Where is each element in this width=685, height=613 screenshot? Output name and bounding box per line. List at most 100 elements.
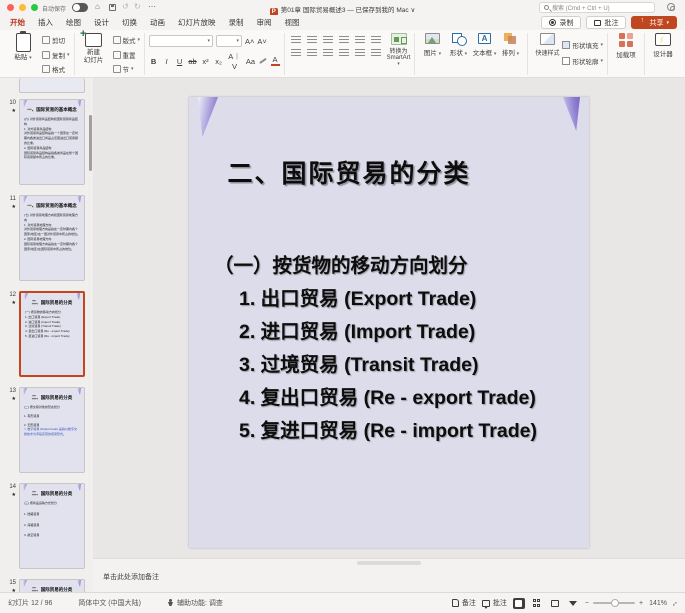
- justify-icon[interactable]: [339, 49, 349, 57]
- decrease-indent-icon[interactable]: [323, 36, 333, 44]
- font-color-button[interactable]: A: [271, 56, 280, 66]
- slide-title[interactable]: 二、国际贸易的分类: [149, 154, 549, 190]
- quick-styles-button[interactable]: 快速样式: [532, 33, 562, 57]
- slide-thumbnail-partial[interactable]: [19, 78, 85, 93]
- shapes-button[interactable]: 形状 ▾: [445, 33, 471, 57]
- subscript-button[interactable]: x₂: [214, 57, 223, 66]
- slide-thumbnail-11[interactable]: 11 ★ 一、国际贸易的基本概念 (七) 对外贸易地理方向和国际贸易地理方向 1…: [0, 195, 93, 281]
- font-name-select[interactable]: ▾: [149, 35, 213, 47]
- shape-fill-button[interactable]: 形状填充 ▾: [562, 39, 603, 51]
- change-case-button[interactable]: Aa: [246, 57, 255, 66]
- convert-smartart-button[interactable]: 转换为SmartArt ▾: [387, 33, 411, 67]
- record-button[interactable]: 录制: [541, 16, 581, 29]
- increase-indent-icon[interactable]: [339, 36, 349, 44]
- addins-group: 加载项: [608, 33, 645, 75]
- tab-home[interactable]: 开始: [9, 15, 26, 30]
- textbox-button[interactable]: A 文本框 ▾: [471, 33, 497, 57]
- zoom-slider-knob[interactable]: [611, 599, 619, 607]
- slide-thumbnail-15[interactable]: 15 ★ 二、国际贸易的分类: [0, 579, 93, 592]
- new-slide-button[interactable]: 新建幻灯片: [79, 33, 109, 65]
- format-painter-button[interactable]: 格式: [42, 63, 70, 75]
- notes-resize-handle[interactable]: [357, 561, 421, 565]
- slide-thumbnail-14[interactable]: 14 ★ 二、国际贸易的分类 (三) 按商品运输方式划分 1. 陆路贸易 2. …: [0, 483, 93, 569]
- triangle-decoration-icon: [77, 196, 81, 203]
- italic-button[interactable]: I: [162, 57, 171, 66]
- tab-animations[interactable]: 动画: [149, 15, 166, 30]
- reading-view-button[interactable]: [549, 598, 561, 609]
- search-input[interactable]: 搜索 (Cmd + Ctrl + U): [539, 2, 655, 13]
- comments-toggle-button[interactable]: 批注: [482, 598, 507, 608]
- share-button[interactable]: 共享 ▾: [631, 16, 677, 29]
- superscript-button[interactable]: x²: [201, 57, 210, 66]
- character-spacing-button[interactable]: A︱V: [227, 51, 242, 71]
- tab-transitions[interactable]: 切换: [121, 15, 138, 30]
- shrink-font-button[interactable]: A˅: [257, 37, 266, 46]
- normal-view-button[interactable]: [513, 598, 525, 609]
- zoom-slider[interactable]: [593, 602, 635, 604]
- align-right-icon[interactable]: [323, 49, 333, 57]
- slide-thumbnail-12-selected[interactable]: 12 ★ 二、国际贸易的分类 (一) 按货物的移动方向划分 1. 出口贸易 (E…: [0, 291, 93, 377]
- thumbnail-canvas[interactable]: 一、国际贸易的基本概念 (六) 对外贸易商品结构和国际贸易商品结构 1. 对外贸…: [19, 99, 85, 185]
- notes-toggle-button[interactable]: 备注: [452, 598, 476, 608]
- tab-review[interactable]: 审阅: [256, 15, 273, 30]
- shape-outline-button[interactable]: 形状轮廓 ▾: [562, 55, 603, 67]
- notes-pane[interactable]: 单击此处添加备注: [93, 558, 685, 592]
- strikethrough-button[interactable]: ab: [188, 57, 197, 66]
- align-left-icon[interactable]: [291, 49, 301, 57]
- animation-star-icon[interactable]: ★: [12, 300, 16, 306]
- tab-design[interactable]: 设计: [93, 15, 110, 30]
- fit-slide-icon[interactable]: ↕: [670, 598, 679, 607]
- tab-record[interactable]: 录制: [228, 15, 245, 30]
- new-slide-icon: [85, 33, 102, 47]
- animation-star-icon[interactable]: ★: [12, 492, 16, 498]
- arrange-button[interactable]: 排列 ▾: [497, 33, 523, 57]
- picture-button[interactable]: 图片 ▾: [419, 33, 445, 57]
- font-size-select[interactable]: ▾: [216, 35, 242, 47]
- slide-sorter-view-button[interactable]: [531, 598, 543, 609]
- animation-star-icon[interactable]: ★: [12, 396, 16, 402]
- slide-body[interactable]: （一）按货物的移动方向划分 1. 出口贸易 (Export Trade) 2. …: [189, 250, 589, 448]
- share-link-icon[interactable]: [667, 3, 675, 11]
- language-selector[interactable]: 简体中文 (中国大陆): [78, 598, 141, 608]
- animation-star-icon[interactable]: ★: [12, 108, 16, 114]
- align-text-icon[interactable]: [371, 49, 381, 57]
- columns-icon[interactable]: [371, 36, 381, 44]
- tab-view[interactable]: 视图: [284, 15, 301, 30]
- slide-canvas[interactable]: 二、国际贸易的分类 （一）按货物的移动方向划分 1. 出口贸易 (Export …: [189, 97, 589, 548]
- zoom-out-button[interactable]: −: [585, 600, 589, 607]
- underline-button[interactable]: U: [175, 57, 184, 66]
- zoom-in-button[interactable]: +: [639, 600, 643, 607]
- designer-button[interactable]: 设计器: [649, 33, 677, 58]
- paste-button[interactable]: 粘贴 ▾: [8, 33, 38, 62]
- bold-button[interactable]: B: [149, 57, 158, 66]
- line-spacing-icon[interactable]: [355, 36, 365, 44]
- grow-font-button[interactable]: A˄: [245, 37, 254, 46]
- layout-button[interactable]: 版式 ▾: [113, 34, 141, 46]
- tab-slideshow[interactable]: 幻灯片放映: [177, 15, 217, 30]
- cut-button[interactable]: 剪切: [42, 34, 70, 46]
- bullets-icon[interactable]: [291, 36, 301, 44]
- slide-thumbnail-10[interactable]: 10 ★ 一、国际贸易的基本概念 (六) 对外贸易商品结构和国际贸易商品结构 1…: [0, 99, 93, 185]
- animation-star-icon[interactable]: ★: [12, 204, 16, 210]
- slide-thumbnail-13[interactable]: 13 ★ 二、国际贸易的分类 (二) 按交易对象的形态划分 1. 有形贸易 2.…: [0, 387, 93, 473]
- zoom-percentage[interactable]: 141%: [649, 600, 667, 607]
- section-button[interactable]: 节 ▾: [113, 63, 141, 75]
- slideshow-button[interactable]: [567, 598, 579, 609]
- thumbnail-canvas[interactable]: 二、国际贸易的分类 (一) 按货物的移动方向划分 1. 出口贸易 (Export…: [19, 291, 85, 377]
- tab-insert[interactable]: 插入: [37, 15, 54, 30]
- comments-icon: [482, 600, 490, 607]
- thumbnail-canvas[interactable]: 二、国际贸易的分类: [19, 579, 85, 592]
- thumbnail-canvas[interactable]: 一、国际贸易的基本概念 (七) 对外贸易地理方向和国际贸易地理方向 1. 对外贸…: [19, 195, 85, 281]
- panel-scrollbar[interactable]: [89, 115, 92, 171]
- highlight-pen-icon[interactable]: [259, 58, 266, 64]
- accessibility-status[interactable]: 辅助功能: 调查: [167, 598, 223, 608]
- reset-button[interactable]: 重置: [113, 49, 141, 61]
- text-direction-icon[interactable]: [355, 49, 365, 57]
- numbering-icon[interactable]: [307, 36, 317, 44]
- addins-button[interactable]: 加载项: [612, 33, 640, 59]
- thumbnail-canvas[interactable]: 二、国际贸易的分类 (三) 按商品运输方式划分 1. 陆路贸易 2. 海路贸易 …: [19, 483, 85, 569]
- align-center-icon[interactable]: [307, 49, 317, 57]
- thumbnail-canvas[interactable]: 二、国际贸易的分类 (二) 按交易对象的形态划分 1. 有形贸易 2. 无形贸易…: [19, 387, 85, 473]
- comments-button[interactable]: 批注: [586, 16, 626, 29]
- copy-button[interactable]: 复制 ▾: [42, 49, 70, 61]
